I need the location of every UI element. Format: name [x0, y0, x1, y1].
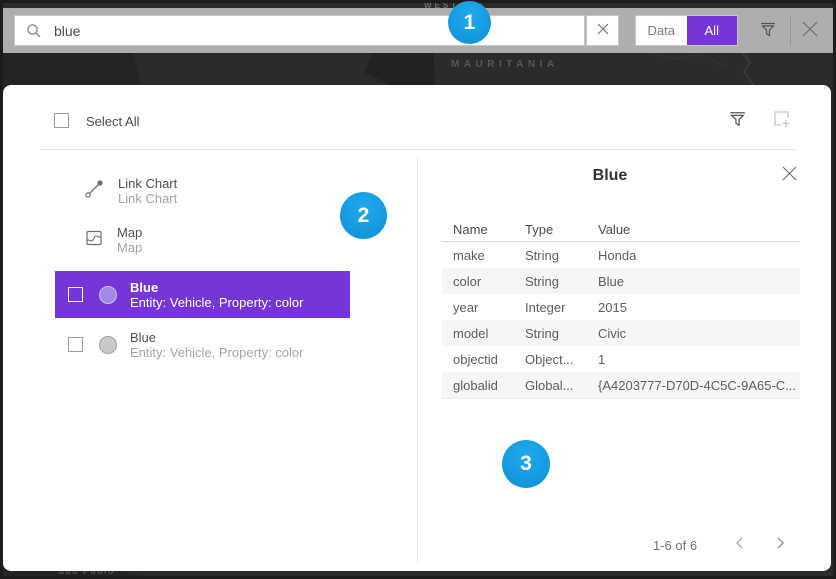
table-cell: String	[525, 274, 598, 289]
result-item-map[interactable]: Map Map	[84, 224, 142, 256]
app-window: WESTERN MAURITANIA São Paulo Data All	[0, 0, 836, 579]
filter-icon	[758, 19, 778, 44]
table-cell: objectid	[442, 352, 525, 367]
table-header: Name	[442, 222, 525, 237]
close-search-button[interactable]	[795, 16, 825, 46]
result-item-blue[interactable]: Blue Entity: Vehicle, Property: color	[55, 321, 350, 368]
panel-split-divider	[417, 157, 418, 563]
map-icon	[84, 228, 104, 253]
table-row: color String Blue	[442, 268, 800, 294]
select-all-checkbox[interactable]	[54, 113, 69, 128]
search-toolbar: Data All	[3, 8, 833, 53]
callout-badge-1: 1	[448, 1, 491, 44]
table-cell: Honda	[598, 248, 800, 263]
clear-icon	[597, 22, 609, 40]
pagination-prev-button[interactable]	[729, 534, 751, 556]
table-cell: {A4203777-D70D-4C5C-9A65-C...	[598, 378, 800, 393]
table-cell: Global...	[525, 378, 598, 393]
result-subtitle: Entity: Vehicle, Property: color	[130, 345, 303, 360]
table-row: globalid Global... {A4203777-D70D-4C5C-9…	[442, 372, 800, 398]
add-selection-icon	[771, 108, 792, 134]
result-checkbox[interactable]	[68, 337, 83, 352]
scope-option-all[interactable]: All	[687, 16, 738, 45]
table-cell: Blue	[598, 274, 800, 289]
table-cell: String	[525, 326, 598, 341]
result-subtitle: Link Chart	[118, 191, 177, 206]
table-cell: String	[525, 248, 598, 263]
table-cell: Civic	[598, 326, 800, 341]
table-row: year Integer 2015	[442, 294, 800, 320]
table-cell: 2015	[598, 300, 800, 315]
toolbar-divider	[790, 15, 791, 46]
search-box[interactable]	[14, 15, 585, 46]
close-icon	[800, 19, 820, 44]
search-icon	[26, 23, 42, 39]
detail-close-button[interactable]	[777, 164, 801, 188]
table-cell: model	[442, 326, 525, 341]
results-filter-button[interactable]	[725, 109, 749, 133]
scope-option-data[interactable]: Data	[636, 16, 687, 45]
result-checkbox[interactable]	[68, 287, 83, 302]
table-cell: Object...	[525, 352, 598, 367]
close-icon	[781, 165, 798, 187]
table-header-row: Name Type Value	[442, 217, 800, 242]
pagination-next-button[interactable]	[769, 534, 791, 556]
result-subtitle: Entity: Vehicle, Property: color	[130, 295, 303, 310]
result-title: Link Chart	[118, 176, 177, 191]
table-cell: 1	[598, 352, 800, 367]
table-header: Type	[525, 222, 598, 237]
table-body: make String Honda color String Blue year…	[442, 242, 800, 399]
result-title: Blue	[130, 330, 303, 345]
select-all-label: Select All	[86, 114, 139, 129]
table-cell: make	[442, 248, 525, 263]
link-chart-icon	[84, 178, 105, 204]
chevron-right-icon	[774, 536, 786, 555]
panel-header-divider	[40, 149, 796, 150]
result-subtitle: Map	[117, 240, 142, 255]
callout-badge-2: 2	[340, 192, 387, 239]
table-row: make String Honda	[442, 242, 800, 268]
table-cell: Integer	[525, 300, 598, 315]
table-cell: year	[442, 300, 525, 315]
result-title: Map	[117, 225, 142, 240]
map-label-mauritania: MAURITANIA	[451, 59, 559, 70]
callout-badge-3: 3	[502, 440, 550, 488]
result-item-link-chart[interactable]: Link Chart Link Chart	[84, 175, 177, 207]
pagination-range: 1-6 of 6	[653, 538, 697, 553]
result-item-blue-selected[interactable]: Blue Entity: Vehicle, Property: color	[55, 271, 350, 318]
add-to-selection-button[interactable]	[769, 109, 793, 133]
entity-dot-icon	[99, 286, 117, 304]
table-cell: color	[442, 274, 525, 289]
table-header: Value	[598, 222, 800, 237]
table-cell: globalid	[442, 378, 525, 393]
filter-button[interactable]	[755, 18, 781, 44]
search-results-panel: Select All Link Chart Link Chart	[3, 85, 831, 571]
filter-icon	[727, 108, 748, 134]
chevron-left-icon	[734, 536, 746, 555]
detail-title: Blue	[420, 167, 800, 185]
entity-dot-icon	[99, 336, 117, 354]
search-scope-toggle: Data All	[635, 15, 738, 46]
clear-search-button[interactable]	[586, 15, 619, 46]
result-title: Blue	[130, 280, 303, 295]
table-row: model String Civic	[442, 320, 800, 346]
table-row: objectid Object... 1	[442, 346, 800, 372]
properties-table: Name Type Value make String Honda color …	[442, 217, 800, 399]
search-input[interactable]	[54, 23, 584, 39]
